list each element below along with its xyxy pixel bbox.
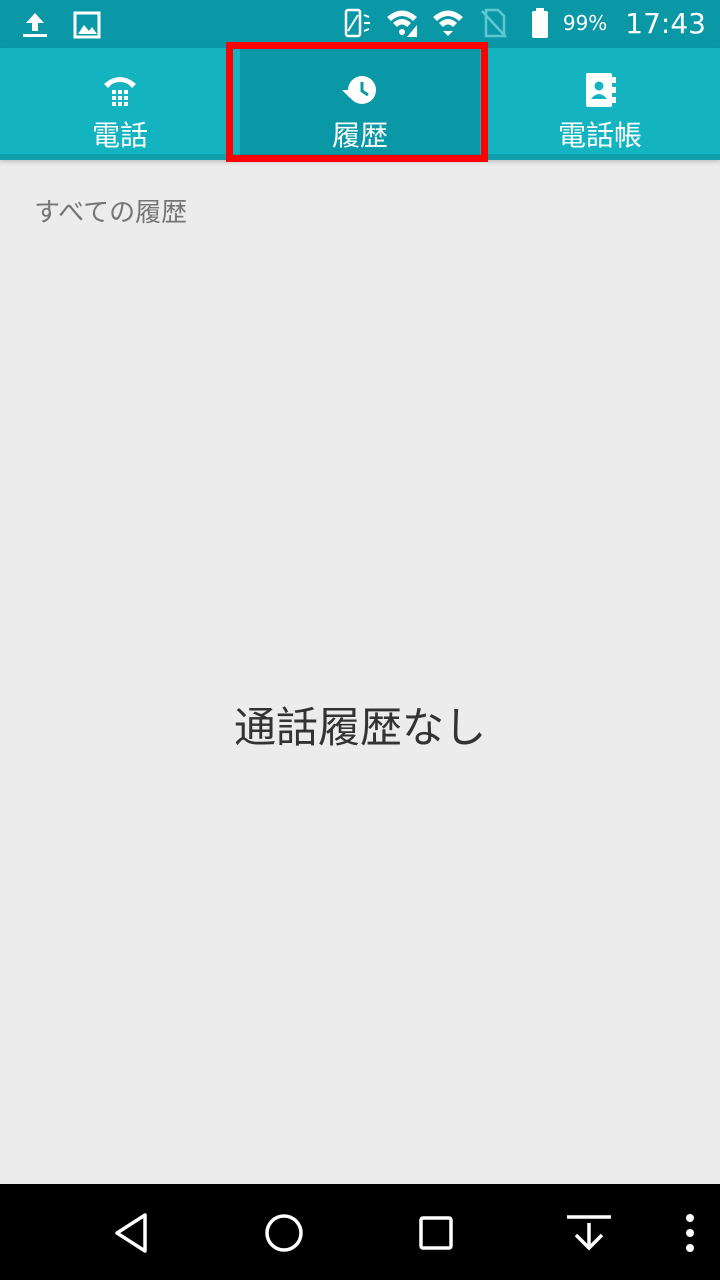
tab-history[interactable]: 履歴 bbox=[240, 48, 480, 154]
tab-phone[interactable]: 電話 bbox=[0, 48, 240, 154]
tab-contacts-label: 電話帳 bbox=[557, 119, 642, 152]
battery-icon bbox=[523, 6, 557, 40]
history-icon bbox=[340, 70, 380, 110]
tab-history-label: 履歴 bbox=[331, 119, 388, 152]
wifi-icon bbox=[385, 6, 419, 40]
contacts-icon bbox=[582, 70, 618, 110]
vibrate-icon bbox=[339, 6, 373, 40]
wifi-icon bbox=[431, 6, 465, 40]
upload-icon bbox=[18, 8, 52, 42]
clock: 17:43 bbox=[625, 6, 706, 40]
home-icon[interactable] bbox=[259, 1208, 309, 1258]
navigation-bar bbox=[0, 1184, 720, 1280]
no-sim-icon bbox=[477, 6, 511, 40]
empty-history-message: 通話履歴なし bbox=[233, 703, 486, 752]
battery-percent: 99% bbox=[562, 11, 608, 35]
back-icon[interactable] bbox=[106, 1208, 156, 1258]
filter-label[interactable]: すべての履歴 bbox=[34, 192, 187, 229]
tab-bar: 電話 履歴 電話帳 bbox=[0, 48, 720, 160]
dialpad-phone-icon bbox=[100, 70, 140, 110]
status-bar: 99% 17:43 bbox=[0, 0, 720, 48]
tab-contacts[interactable]: 電話帳 bbox=[480, 48, 720, 154]
more-icon[interactable] bbox=[668, 1208, 712, 1258]
tab-phone-label: 電話 bbox=[91, 119, 148, 152]
selected-tab-indicator bbox=[240, 154, 480, 160]
notification-pull-icon[interactable] bbox=[564, 1208, 614, 1258]
recents-icon[interactable] bbox=[411, 1208, 461, 1258]
image-icon bbox=[70, 8, 104, 42]
